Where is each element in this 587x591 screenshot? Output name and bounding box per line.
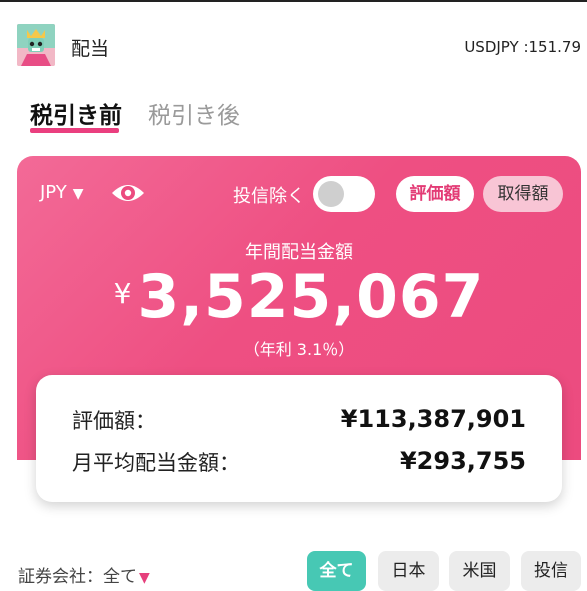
broker-filter-label: 証券会社：全て bbox=[18, 567, 137, 587]
monthly-average-row: 月平均配当金額： ¥293,755 bbox=[72, 447, 526, 479]
filter-chip-japan[interactable]: 日本 bbox=[378, 551, 439, 591]
active-tab-indicator bbox=[30, 128, 119, 133]
exclude-funds-label: 投信除く bbox=[233, 186, 305, 207]
fx-rate: USDJPY :151.79 bbox=[464, 38, 581, 56]
monthly-average-label: 月平均配当金額： bbox=[72, 451, 240, 475]
page-title: 配当 bbox=[71, 38, 110, 60]
exclude-funds-toggle[interactable] bbox=[313, 176, 375, 212]
tab-pre-tax[interactable]: 税引き前 bbox=[30, 96, 122, 130]
valuation-row: 評価額： ¥113,387,901 bbox=[72, 405, 526, 437]
dropdown-caret-icon: ▼ bbox=[72, 186, 84, 202]
annual-dividend-label: 年間配当金額 bbox=[245, 242, 353, 263]
filter-chip-us[interactable]: 米国 bbox=[449, 551, 510, 591]
filter-chip-funds[interactable]: 投信 bbox=[521, 551, 581, 591]
annual-yield: （年利 3.1％） bbox=[243, 340, 355, 359]
filter-chip-all[interactable]: 全て bbox=[307, 551, 366, 591]
valuation-value: ¥113,387,901 bbox=[340, 405, 526, 433]
valuation-label: 評価額： bbox=[72, 409, 156, 433]
avatar-icon[interactable] bbox=[17, 24, 55, 66]
tab-post-tax[interactable]: 税引き後 bbox=[148, 96, 240, 130]
basis-valuation-button[interactable]: 評価額 bbox=[396, 176, 474, 212]
currency-selector[interactable]: JPY ▼ bbox=[40, 182, 84, 203]
summary-box: 評価額： ¥113,387,901 月平均配当金額： ¥293,755 bbox=[36, 375, 562, 502]
broker-filter[interactable]: 証券会社：全て ▼ bbox=[18, 562, 150, 587]
annual-dividend-amount: ¥3,525,067 bbox=[17, 262, 581, 332]
currency-label: JPY bbox=[40, 182, 67, 203]
basis-cost-button[interactable]: 取得額 bbox=[483, 176, 563, 212]
toggle-knob bbox=[318, 181, 344, 207]
yen-symbol: ¥ bbox=[113, 277, 132, 310]
dropdown-caret-icon: ▼ bbox=[139, 570, 150, 586]
app-header: 配当 USDJPY :151.79 bbox=[0, 0, 587, 80]
monthly-average-value: ¥293,755 bbox=[399, 447, 526, 475]
eye-icon[interactable] bbox=[110, 180, 146, 206]
annual-amount-value: 3,525,067 bbox=[137, 262, 485, 332]
